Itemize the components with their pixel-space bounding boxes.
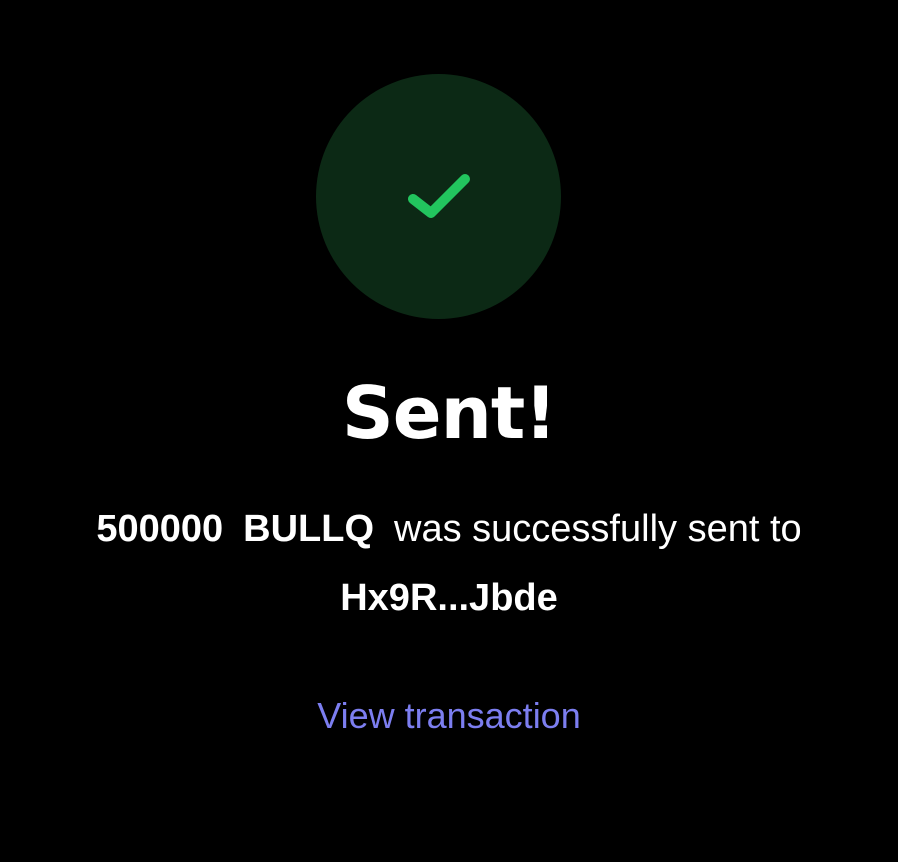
view-transaction-container: View transaction bbox=[0, 693, 898, 739]
view-transaction-link[interactable]: View transaction bbox=[317, 695, 580, 736]
success-badge bbox=[316, 74, 561, 319]
sent-amount: 500000 bbox=[96, 508, 224, 550]
token-symbol: BULLQ bbox=[243, 508, 375, 550]
message-text: was successfully sent to bbox=[394, 508, 802, 550]
send-success-screen: Sent! 500000 BULLQ was successfully sent t… bbox=[0, 0, 898, 862]
checkmark-icon bbox=[407, 173, 470, 218]
success-message: 500000 BULLQ was successfully sent to bbox=[0, 505, 898, 553]
page-title: Sent! bbox=[341, 371, 557, 455]
recipient-address: Hx9R...Jbde bbox=[340, 577, 558, 619]
